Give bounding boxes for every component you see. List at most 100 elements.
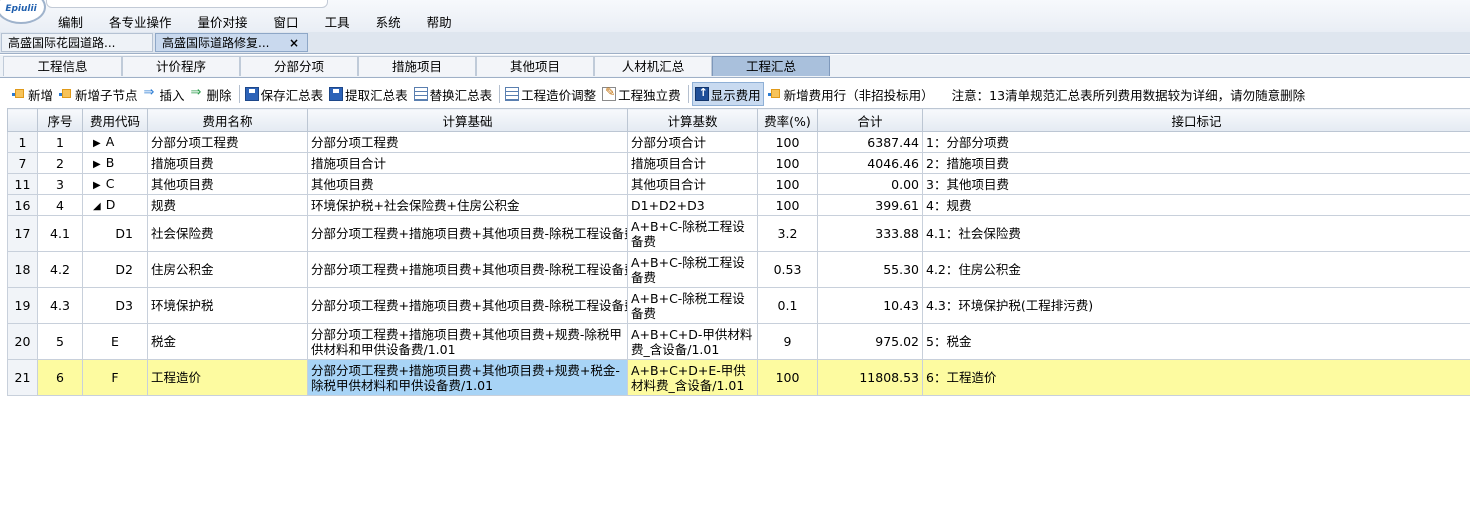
header-basis[interactable]: 计算基础 — [307, 108, 628, 132]
cell-name[interactable]: 规费 — [147, 194, 308, 216]
cell-mark[interactable]: 3：其他项目费 — [922, 173, 1470, 195]
cell-basis[interactable]: 分部分项工程费 — [307, 131, 628, 153]
collapse-icon[interactable]: ◢ — [93, 199, 101, 214]
header-name[interactable]: 费用名称 — [147, 108, 308, 132]
table-row[interactable]: 11 3 ▶ C 其他项目费 其他项目费 其他项目合计 100 0.00 3：其他… — [7, 173, 1470, 195]
cell-mark[interactable]: 2：措施项目费 — [922, 152, 1470, 174]
tab-labor-material-summary[interactable]: 人材机汇总 — [594, 56, 712, 76]
header-base[interactable]: 计算基数 — [627, 108, 758, 132]
cell-code[interactable]: ▶ B — [82, 152, 148, 174]
menu-quantity-price[interactable]: 量价对接 — [198, 12, 248, 31]
menu-specialty-ops[interactable]: 各专业操作 — [109, 12, 172, 31]
cell-basis[interactable]: 其他项目费 — [307, 173, 628, 195]
cell-basis[interactable]: 分部分项工程费+措施项目费+其他项目费+规费-除税甲供材料和甲供设备费/1.01 — [307, 323, 628, 360]
cell-total[interactable]: 333.88 — [817, 215, 923, 252]
cell-mark[interactable]: 6：工程造价 — [922, 359, 1470, 396]
cell-seq[interactable]: 4.3 — [37, 287, 83, 324]
cell-seq[interactable]: 4.1 — [37, 215, 83, 252]
expand-icon[interactable]: ▶ — [93, 178, 101, 193]
cell-total[interactable]: 55.30 — [817, 251, 923, 288]
cell-code[interactable]: D3 — [82, 287, 148, 324]
cell-name[interactable]: 工程造价 — [147, 359, 308, 396]
table-row[interactable]: 17 4.1 D1 社会保险费 分部分项工程费+措施项目费+其他项目费-除税工程… — [7, 215, 1470, 252]
cell-base[interactable]: A+B+C-除税工程设备费 — [627, 215, 758, 252]
cell-rate[interactable]: 9 — [757, 323, 818, 360]
cell-total[interactable]: 0.00 — [817, 173, 923, 195]
cell-mark[interactable]: 1：分部分项费 — [922, 131, 1470, 153]
cell-seq[interactable]: 4 — [37, 194, 83, 216]
cell-name[interactable]: 环境保护税 — [147, 287, 308, 324]
doc-tab-2[interactable]: 高盛国际道路修复... × — [155, 33, 308, 52]
cell-seq[interactable]: 2 — [37, 152, 83, 174]
tab-sub-items[interactable]: 分部分项 — [240, 56, 358, 76]
table-row[interactable]: 18 4.2 D2 住房公积金 分部分项工程费+措施项目费+其他项目费-除税工程… — [7, 251, 1470, 288]
menu-edit[interactable]: 编制 — [58, 12, 83, 31]
close-icon[interactable]: × — [289, 34, 299, 53]
cell-basis[interactable]: 措施项目合计 — [307, 152, 628, 174]
replace-summary-button[interactable]: 替换汇总表 — [412, 83, 495, 105]
cell-base[interactable]: A+B+C+D+E-甲供材料费_含设备/1.01 — [627, 359, 758, 396]
doc-tab-1[interactable]: 高盛国际花园道路... — [1, 33, 153, 52]
tab-other-items[interactable]: 其他项目 — [476, 56, 594, 76]
cell-name[interactable]: 其他项目费 — [147, 173, 308, 195]
cell-basis[interactable]: 环境保护税+社会保险费+住房公积金 — [307, 194, 628, 216]
tab-measure-items[interactable]: 措施项目 — [358, 56, 476, 76]
tab-project-info[interactable]: 工程信息 — [3, 56, 122, 76]
cell-mark[interactable]: 5：税金 — [922, 323, 1470, 360]
cell-basis[interactable]: 分部分项工程费+措施项目费+其他项目费-除税工程设备费 — [307, 215, 628, 252]
cell-basis[interactable]: 分部分项工程费+措施项目费+其他项目费-除税工程设备费 — [307, 251, 628, 288]
cell-rate[interactable]: 100 — [757, 194, 818, 216]
cell-name[interactable]: 社会保险费 — [147, 215, 308, 252]
cell-total[interactable]: 4046.46 — [817, 152, 923, 174]
cell-code[interactable]: ▶ C — [82, 173, 148, 195]
cell-total[interactable]: 10.43 — [817, 287, 923, 324]
show-fee-button[interactable]: 显示费用 — [691, 82, 764, 106]
cell-base[interactable]: 措施项目合计 — [627, 152, 758, 174]
cell-name[interactable]: 分部分项工程费 — [147, 131, 308, 153]
add-child-button[interactable]: 新增子节点 — [57, 83, 140, 105]
expand-icon[interactable]: ▶ — [93, 157, 101, 172]
add-button[interactable]: 新增 — [10, 83, 55, 105]
cell-rate[interactable]: 100 — [757, 359, 818, 396]
cell-base[interactable]: 分部分项合计 — [627, 131, 758, 153]
cell-rate[interactable]: 100 — [757, 173, 818, 195]
cell-code[interactable]: D1 — [82, 215, 148, 252]
cell-total[interactable]: 975.02 — [817, 323, 923, 360]
menu-tools[interactable]: 工具 — [325, 12, 350, 31]
table-row[interactable]: 16 4 ◢ D 规费 环境保护税+社会保险费+住房公积金 D1+D2+D3 10… — [7, 194, 1470, 216]
cell-total[interactable]: 11808.53 — [817, 359, 923, 396]
independent-fee-button[interactable]: 工程独立费 — [600, 83, 683, 105]
tab-pricing-procedure[interactable]: 计价程序 — [122, 56, 240, 76]
cell-name[interactable]: 税金 — [147, 323, 308, 360]
menu-help[interactable]: 帮助 — [427, 12, 452, 31]
cell-base[interactable]: D1+D2+D3 — [627, 194, 758, 216]
cell-seq[interactable]: 1 — [37, 131, 83, 153]
cell-mark[interactable]: 4.3：环境保护税(工程排污费) — [922, 287, 1470, 324]
header-rate[interactable]: 费率(%) — [757, 108, 818, 132]
cell-code[interactable]: ▶ A — [82, 131, 148, 153]
cell-rate[interactable]: 100 — [757, 152, 818, 174]
tab-project-summary[interactable]: 工程汇总 — [712, 56, 830, 76]
cell-name[interactable]: 措施项目费 — [147, 152, 308, 174]
cell-total[interactable]: 6387.44 — [817, 131, 923, 153]
cell-code[interactable]: E — [82, 323, 148, 360]
delete-button[interactable]: 删除 — [189, 83, 234, 105]
cell-mark[interactable]: 4.2：住房公积金 — [922, 251, 1470, 288]
cell-code[interactable]: ◢ D — [82, 194, 148, 216]
header-mark[interactable]: 接口标记 — [922, 108, 1470, 132]
table-row[interactable]: 19 4.3 D3 环境保护税 分部分项工程费+措施项目费+其他项目费-除税工程… — [7, 287, 1470, 324]
cell-rate[interactable]: 3.2 — [757, 215, 818, 252]
cell-mark[interactable]: 4.1：社会保险费 — [922, 215, 1470, 252]
menu-system[interactable]: 系统 — [376, 12, 401, 31]
cost-adjust-button[interactable]: 工程造价调整 — [503, 83, 598, 105]
table-row[interactable]: 7 2 ▶ B 措施项目费 措施项目合计 措施项目合计 100 4046.46 2… — [7, 152, 1470, 174]
cell-basis-focused[interactable]: 分部分项工程费+措施项目费+其他项目费+规费+税金-除税甲供材料和甲供设备费/1… — [307, 359, 628, 396]
cell-base[interactable]: A+B+C-除税工程设备费 — [627, 287, 758, 324]
header-code[interactable]: 费用代码 — [82, 108, 148, 132]
add-fee-row-button[interactable]: 新增费用行（非招投标用） — [766, 83, 936, 105]
cell-rate[interactable]: 100 — [757, 131, 818, 153]
cell-base[interactable]: A+B+C-除税工程设备费 — [627, 251, 758, 288]
header-seq[interactable]: 序号 — [37, 108, 83, 132]
cell-base[interactable]: 其他项目合计 — [627, 173, 758, 195]
cell-seq[interactable]: 5 — [37, 323, 83, 360]
